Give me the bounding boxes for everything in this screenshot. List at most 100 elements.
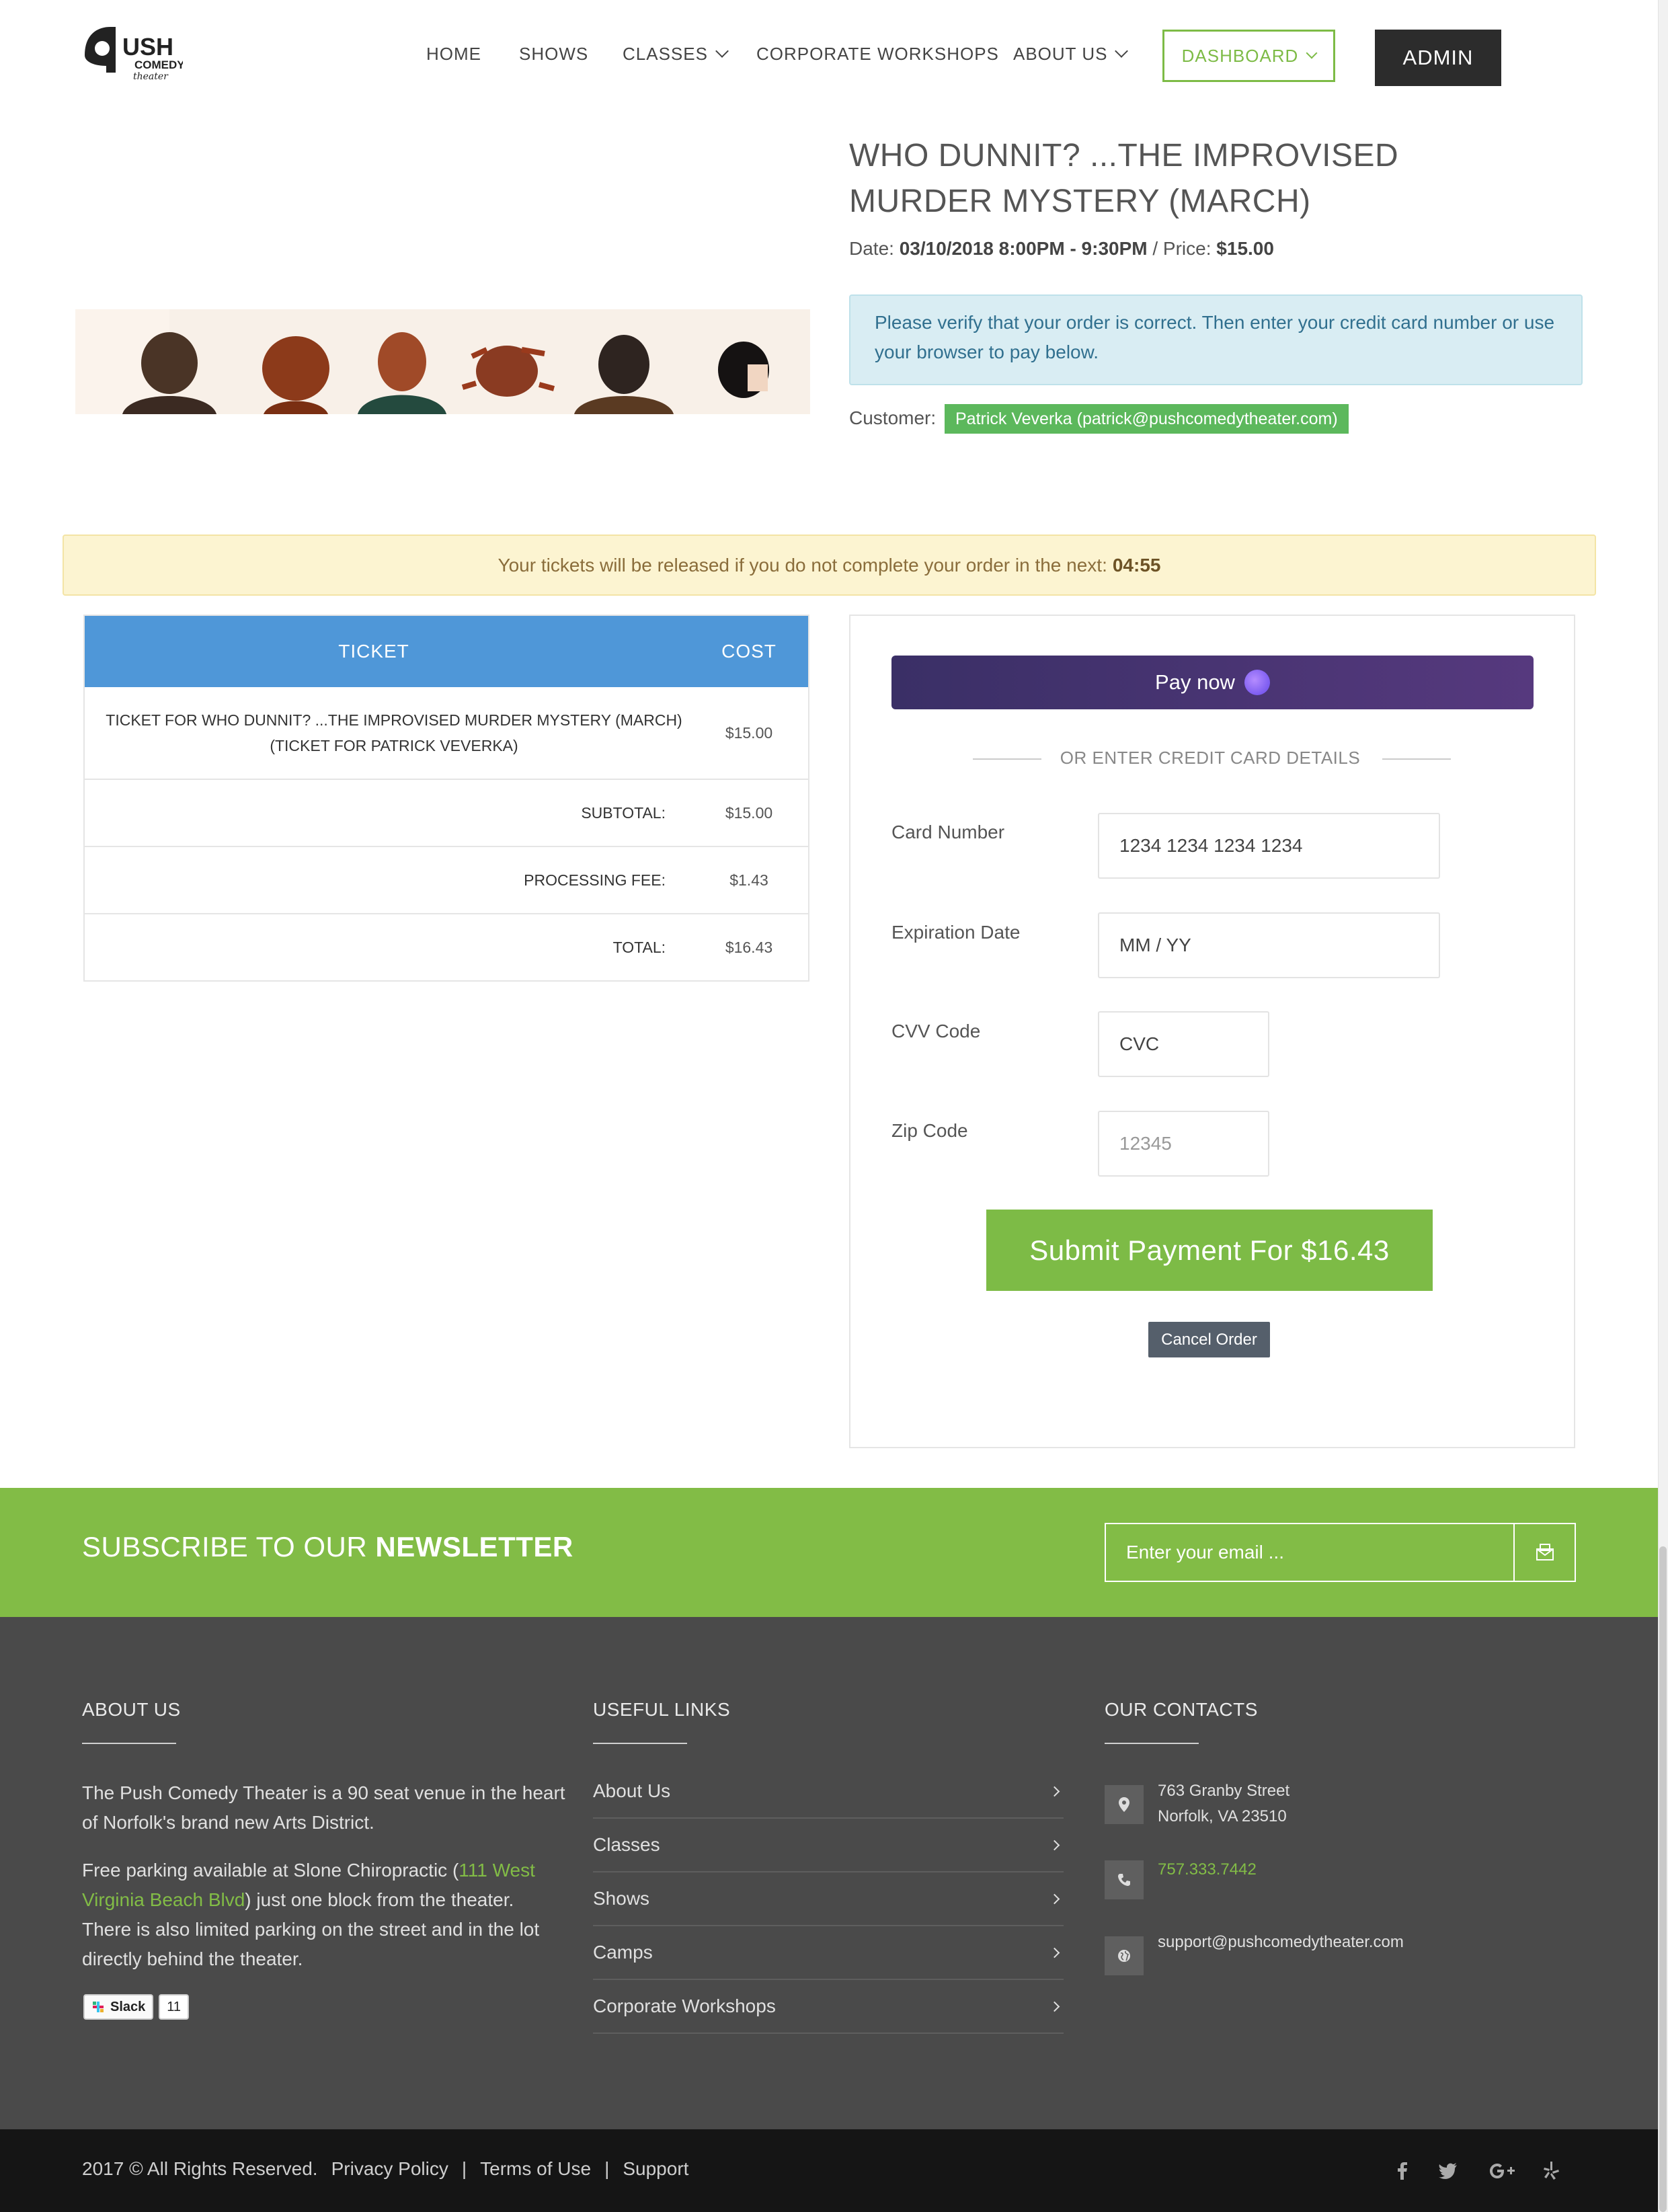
twitter-icon[interactable]: [1435, 2158, 1462, 2184]
nav-home-label: HOME: [426, 43, 481, 64]
terms-of-use-link[interactable]: Terms of Use: [480, 2158, 591, 2180]
customer-badge: Patrick Veverka (patrick@pushcomedytheat…: [945, 404, 1349, 434]
table-row: SUBTOTAL: $15.00: [85, 779, 808, 846]
nav-corporate-label: CORPORATE WORKSHOPS: [756, 43, 999, 64]
footer-links-heading: USEFUL LINKS: [593, 1699, 731, 1720]
globe-icon: [1105, 1936, 1144, 1975]
admin-label: ADMIN: [1402, 46, 1474, 69]
cost-column-header: COST: [721, 641, 777, 662]
subtotal-label: SUBTOTAL:: [581, 803, 666, 822]
footer-heading-underline: [593, 1743, 687, 1744]
chevron-right-icon: [1049, 1893, 1060, 1904]
chevron-down-icon: [715, 44, 729, 58]
footer-heading-underline: [1105, 1743, 1199, 1744]
zip-code-label: Zip Code: [891, 1120, 968, 1141]
yelp-icon[interactable]: [1538, 2158, 1565, 2184]
cvv-code-input[interactable]: CVC: [1098, 1011, 1269, 1077]
cancel-order-button[interactable]: Cancel Order: [1148, 1322, 1270, 1357]
chevron-right-icon: [1049, 1947, 1060, 1958]
zip-code-input[interactable]: 12345: [1098, 1111, 1269, 1177]
chevron-down-icon: [1306, 47, 1318, 59]
nav-home[interactable]: HOME: [426, 42, 481, 66]
footer-link-corporate-workshops[interactable]: Corporate Workshops: [593, 1980, 1064, 2034]
newsletter-email-input[interactable]: Enter your email ...: [1105, 1523, 1515, 1582]
slack-label: Slack: [110, 1999, 146, 2014]
facebook-icon[interactable]: [1389, 2158, 1416, 2184]
chevron-right-icon: [1049, 1786, 1060, 1796]
slack-icon: [93, 2002, 104, 2012]
dashboard-button[interactable]: DASHBOARD: [1162, 30, 1335, 82]
event-title: WHO DUNNIT? ...THE IMPROVISED MURDER MYS…: [849, 138, 1399, 219]
nav-corporate-workshops[interactable]: CORPORATE WORKSHOPS: [756, 42, 999, 66]
separator: |: [604, 2158, 610, 2179]
expiration-date-input[interactable]: MM / YY: [1098, 912, 1440, 978]
footer-link-label: About Us: [593, 1780, 671, 1801]
pay-now-button[interactable]: Pay now: [891, 656, 1534, 709]
footer-about-heading: ABOUT US: [82, 1699, 181, 1720]
site-logo[interactable]: USH COMEDY theater: [82, 26, 185, 83]
footer-link-shows[interactable]: Shows: [593, 1872, 1064, 1926]
total-label: TOTAL:: [612, 938, 666, 956]
footer-link-label: Corporate Workshops: [593, 1996, 776, 2016]
footer-heading-underline: [82, 1743, 176, 1744]
card-number-label: Card Number: [891, 822, 1005, 842]
google-plus-icon[interactable]: [1486, 2158, 1519, 2184]
footer-link-label: Shows: [593, 1888, 650, 1909]
slack-badge[interactable]: Slack 11: [83, 1994, 190, 2020]
newsletter-title-bold: NEWSLETTER: [375, 1531, 573, 1563]
divider-left: [973, 758, 1041, 760]
admin-button[interactable]: ADMIN: [1375, 30, 1501, 86]
table-row: PROCESSING FEE: $1.43: [85, 846, 808, 913]
ticket-item-cost: $15.00: [725, 723, 773, 742]
newsletter-title: SUBSCRIBE TO OUR NEWSLETTER: [82, 1531, 573, 1563]
slack-count: 11: [159, 1994, 190, 2020]
zip-placeholder: 12345: [1119, 1133, 1172, 1154]
chevron-down-icon: [1115, 44, 1129, 58]
footer-link-label: Classes: [593, 1834, 660, 1855]
verify-order-alert: Please verify that your order is correct…: [849, 294, 1583, 385]
contact-address: 763 Granby Street Norfolk, VA 23510: [1158, 1778, 1289, 1829]
newsletter-subscribe-button[interactable]: [1513, 1523, 1576, 1582]
submit-payment-button[interactable]: Submit Payment For $16.43: [986, 1210, 1433, 1291]
cvv-code-label: CVV Code: [891, 1021, 981, 1041]
pay-now-label: Pay now: [1155, 670, 1235, 694]
chevron-right-icon: [1049, 2001, 1060, 2012]
table-row: TICKET FOR WHO DUNNIT? ...THE IMPROVISED…: [85, 687, 808, 779]
ticket-item-line1: TICKET FOR WHO DUNNIT? ...THE IMPROVISED…: [106, 711, 682, 729]
bottom-links: 2017 © All Rights Reserved. Privacy Poli…: [82, 2158, 688, 2180]
card-number-input[interactable]: 1234 1234 1234 1234: [1098, 813, 1440, 879]
footer-link-classes[interactable]: Classes: [593, 1819, 1064, 1872]
slack-button[interactable]: Slack: [83, 1994, 154, 2020]
ticket-table-header: TICKET COST: [85, 616, 808, 687]
dashboard-label: DASHBOARD: [1181, 45, 1299, 66]
phone-icon: [1105, 1860, 1144, 1899]
newsletter-placeholder: Enter your email ...: [1126, 1542, 1284, 1563]
event-image: [75, 309, 810, 414]
nav-classes[interactable]: CLASSES: [623, 42, 729, 66]
card-number-placeholder: 1234 1234 1234 1234: [1119, 835, 1303, 856]
nav-about-us[interactable]: ABOUT US: [1013, 42, 1129, 66]
footer-link-camps[interactable]: Camps: [593, 1926, 1064, 1980]
customer-label: Customer:: [849, 407, 937, 428]
logo-word-theater: theater: [133, 71, 169, 82]
date-label: Date:: [849, 238, 900, 259]
processing-fee-value: $1.43: [729, 871, 768, 889]
scrollbar-thumb[interactable]: [1659, 1546, 1667, 2212]
nav-classes-label: CLASSES: [623, 43, 708, 64]
price-value: $15.00: [1216, 238, 1274, 259]
table-row: TOTAL: $16.43: [85, 913, 808, 980]
parking-text-start: Free parking available at Slone Chiropra…: [82, 1860, 459, 1881]
map-marker-icon: [1105, 1785, 1144, 1824]
address-line1: 763 Granby Street: [1158, 1782, 1290, 1800]
contact-email[interactable]: support@pushcomedytheater.com: [1158, 1930, 1404, 1955]
support-link[interactable]: Support: [623, 2158, 688, 2180]
expiration-date-label: Expiration Date: [891, 922, 1021, 943]
privacy-policy-link[interactable]: Privacy Policy: [331, 2158, 448, 2180]
nav-shows[interactable]: SHOWS: [519, 42, 588, 66]
ticket-timer-alert: Your tickets will be released if you do …: [63, 535, 1596, 596]
payment-provider-icon: [1244, 670, 1270, 695]
contact-phone-link[interactable]: 757.333.7442: [1158, 1857, 1257, 1883]
footer-link-about-us[interactable]: About Us: [593, 1765, 1064, 1819]
submit-payment-label: Submit Payment For $16.43: [1029, 1234, 1390, 1266]
logo-word-comedy: COMEDY: [134, 58, 183, 71]
